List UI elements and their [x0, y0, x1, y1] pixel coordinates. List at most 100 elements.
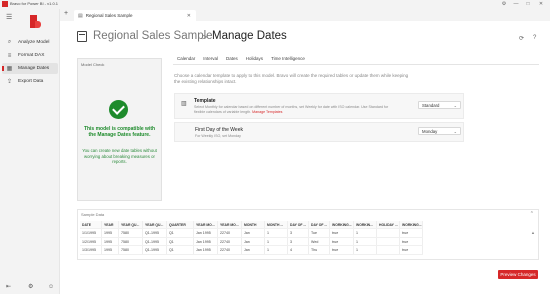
column-header[interactable]: MONTH	[242, 221, 265, 228]
new-tab-button[interactable]: +	[64, 10, 68, 17]
table-cell: Q1-1995	[143, 237, 167, 245]
table-cell: 22740	[218, 237, 242, 245]
bravo-logo	[30, 15, 41, 28]
sidebar-item-export-data[interactable]: ⇪ Export Data	[2, 76, 58, 87]
table-cell: 7580	[119, 237, 143, 245]
export-icon: ⇪	[6, 79, 13, 85]
sample-data-panel: Sample Data ⌃ DATE YEAR YEAR QU... YEAR QU.…	[77, 209, 539, 260]
template-title: Template	[194, 98, 216, 104]
breadcrumb-model[interactable]: Regional Sales Sample	[93, 30, 213, 42]
table-row: 1/2/1995 1995 7580 Q1-1995 Q1 Jan 1995 22740 Ja…	[80, 237, 423, 246]
table-cell: 1	[265, 246, 288, 254]
calendar-intro-text: Choose a calendar template to apply to t…	[174, 73, 409, 84]
sidebar-item-analyze-model[interactable]: ⌕ Analyze Model	[2, 37, 58, 48]
column-header[interactable]: YEAR MO...	[218, 221, 242, 228]
table-cell: 1/2/1995	[80, 237, 102, 245]
table-cell	[377, 246, 400, 254]
table-cell: 1995	[102, 237, 119, 245]
model-check-headline: This model is compatible with the Manage…	[83, 126, 156, 138]
collapse-sidebar-icon[interactable]: ⇤	[6, 283, 11, 290]
options-gear-icon[interactable]: ⚙	[28, 283, 33, 290]
column-header[interactable]: HOLIDAY ...	[377, 221, 400, 228]
table-cell: true	[330, 237, 354, 245]
first-day-select[interactable]: Monday ⌄	[418, 127, 461, 135]
template-description: Select Monthly for calendar based on dif…	[194, 105, 394, 114]
table-cell: Q1	[167, 237, 194, 245]
tab-strip: + ▤ Regional Sales Sample ✕	[60, 9, 550, 21]
table-cell: Thu	[309, 246, 330, 254]
sidebar-item-format-dax[interactable]: ≡ Format DAX	[2, 50, 58, 61]
app-logo	[2, 1, 8, 7]
table-cell: 7580	[119, 246, 143, 254]
model-check-description: You can create new date tables without w…	[82, 148, 157, 164]
table-cell: 7580	[119, 229, 143, 237]
collapse-chevron-icon[interactable]: ⌃	[530, 211, 534, 217]
column-header[interactable]: YEAR QU...	[143, 221, 167, 228]
calendar-icon: ▦	[6, 66, 13, 72]
table-cell: 1	[354, 229, 377, 237]
close-window-button[interactable]: ✕	[534, 0, 548, 8]
table-cell: Jan	[242, 246, 265, 254]
table-cell: 22740	[218, 229, 242, 237]
table-cell: Jan	[242, 237, 265, 245]
tabs-divider	[173, 64, 539, 65]
sample-data-table: DATE YEAR YEAR QU... YEAR QU... QUARTER YEAR …	[80, 221, 423, 255]
sample-data-title: Sample Data	[81, 212, 105, 217]
close-tab-icon[interactable]: ✕	[187, 13, 191, 19]
column-header[interactable]: WORKIN...	[354, 221, 377, 228]
table-cell: 1	[265, 229, 288, 237]
column-header[interactable]: DATE	[80, 221, 102, 228]
column-header[interactable]: MONTH ...	[265, 221, 288, 228]
first-day-select-value: Monday	[422, 129, 438, 134]
account-icon[interactable]: ☺	[48, 284, 54, 290]
help-icon[interactable]: ?	[533, 35, 536, 41]
breadcrumb-separator: >	[202, 32, 208, 42]
column-header[interactable]: WORKING...	[400, 221, 423, 228]
table-cell: Wed	[309, 237, 330, 245]
column-header[interactable]: YEAR	[102, 221, 119, 228]
column-header[interactable]: DAY OF ...	[309, 221, 330, 228]
column-header[interactable]: WORKING...	[330, 221, 354, 228]
table-cell: Q1	[167, 246, 194, 254]
table-cell: true	[400, 229, 423, 237]
sidebar-item-manage-dates[interactable]: ▦ Manage Dates	[2, 63, 58, 74]
table-cell: 22740	[218, 246, 242, 254]
table-cell: 3	[288, 237, 309, 245]
table-cell	[377, 237, 400, 245]
manage-templates-link[interactable]: Manage Templates	[252, 110, 282, 114]
table-cell: 1	[354, 246, 377, 254]
first-day-description: For Weekly ISO, set Monday	[195, 134, 241, 138]
table-cell: 4	[288, 246, 309, 254]
first-day-setting: First Day of the Week For Weekly ISO, se…	[174, 122, 464, 142]
table-cell: Jan 1995	[194, 246, 218, 254]
preview-changes-button[interactable]: Preview Changes	[498, 270, 538, 279]
template-select[interactable]: Standard ⌄	[418, 101, 461, 109]
page-header: Regional Sales Sample > Manage Dates ⟳ ?	[60, 21, 550, 55]
table-row: 1/1/1995 1995 7580 Q1-1995 Q1 Jan 1995 22740 Ja…	[80, 229, 423, 238]
table-cell: 3	[288, 229, 309, 237]
column-header[interactable]: YEAR QU...	[119, 221, 143, 228]
table-cell: true	[330, 246, 354, 254]
title-bar: Bravo for Power BI - v1.0.1 ⚙ — □ ✕	[0, 0, 550, 9]
table-cell	[377, 229, 400, 237]
document-tab-label: Regional Sales Sample	[85, 13, 133, 18]
check-success-icon	[109, 100, 128, 119]
column-header[interactable]: QUARTER	[167, 221, 194, 228]
template-description-text: Select Monthly for calendar based on dif…	[194, 105, 389, 114]
scroll-arrow-icon[interactable]: ▲	[531, 230, 535, 235]
table-cell: Jan 1995	[194, 237, 218, 245]
document-tab[interactable]: ▤ Regional Sales Sample ✕	[74, 10, 196, 21]
table-cell: Q1-1995	[143, 229, 167, 237]
column-header[interactable]: YEAR MO...	[194, 221, 218, 228]
model-check-title: Model Check	[81, 62, 105, 67]
table-cell: Tue	[309, 229, 330, 237]
column-header[interactable]: DAY OF ...	[288, 221, 309, 228]
template-select-value: Standard	[422, 103, 440, 108]
table-cell: 1	[265, 237, 288, 245]
refresh-icon[interactable]: ⟳	[519, 35, 524, 42]
maximize-button[interactable]: □	[521, 0, 535, 8]
table-cell: true	[330, 229, 354, 237]
menu-icon[interactable]: ☰	[6, 13, 12, 21]
first-day-title: First Day of the Week	[195, 127, 243, 133]
sidebar-item-label: Manage Dates	[18, 66, 50, 71]
